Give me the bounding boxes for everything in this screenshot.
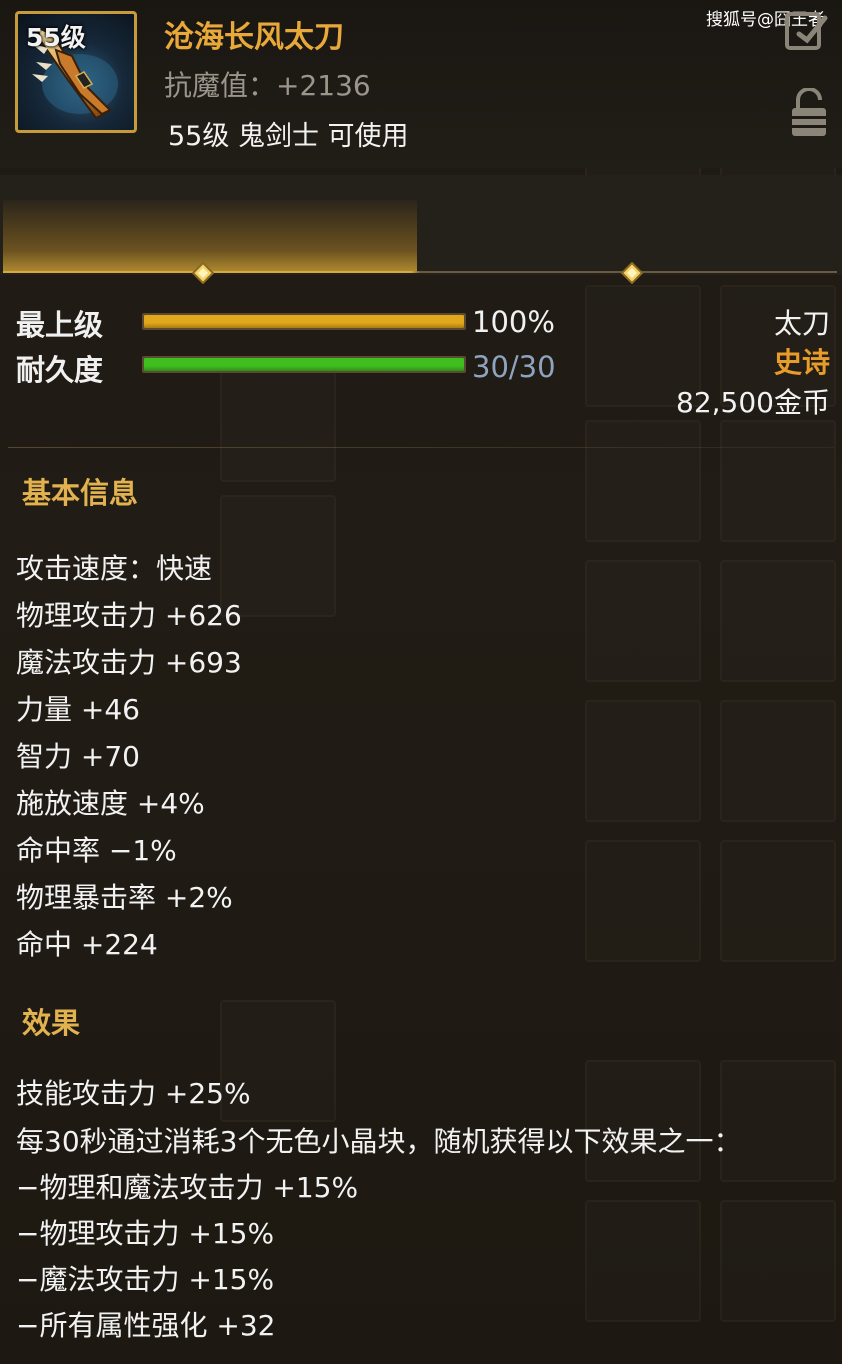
section-divider xyxy=(8,447,834,448)
stat-line: 物理攻击力 +626 xyxy=(16,599,242,632)
reinforce-baseline xyxy=(3,271,837,273)
rarity-label: 史诗 xyxy=(773,346,830,379)
stat-line: 力量 +46 xyxy=(16,693,140,726)
weapon-type: 太刀 xyxy=(773,307,830,340)
item-level-badge: 55级 xyxy=(26,23,86,52)
durability-bar-fill xyxy=(144,358,464,371)
stat-line: 命中 +224 xyxy=(16,928,158,961)
durability-value: 30/30 xyxy=(472,350,556,384)
stat-line: 智力 +70 xyxy=(16,740,140,773)
durability-bar xyxy=(142,356,466,373)
grade-bar xyxy=(142,313,466,330)
grade-bar-fill xyxy=(144,315,464,328)
effect-line: 每30秒通过消耗3个无色小晶块，随机获得以下效果之一： xyxy=(16,1125,742,1158)
diamond-marker-icon xyxy=(192,262,214,284)
stat-line: 攻击速度：快速 xyxy=(16,552,213,585)
effect-line: −物理和魔法攻击力 +15% xyxy=(16,1171,359,1204)
item-tooltip-panel: 55级 沧海长风太刀 抗魔值：+2136 55级 鬼剑士 可使用 搜狐号@囧王者… xyxy=(0,0,842,1364)
compare-icon[interactable] xyxy=(785,12,829,52)
stat-line: 物理暴击率 +2% xyxy=(16,881,233,914)
stat-line: 施放速度 +4% xyxy=(16,787,205,820)
diamond-marker-icon xyxy=(621,262,643,284)
usage-requirement: 55级 鬼剑士 可使用 xyxy=(168,121,409,152)
grade-value: 100% xyxy=(472,305,555,339)
effect-line: −物理攻击力 +15% xyxy=(16,1217,275,1250)
price-label: 82,500金币 xyxy=(676,386,830,419)
grade-label: 最上级 xyxy=(16,308,104,342)
effect-line: 技能攻击力 +25% xyxy=(16,1077,251,1110)
effect-line: −所有属性强化 +32 xyxy=(16,1309,276,1342)
unlocked-padlock-icon[interactable] xyxy=(790,87,828,138)
stat-line: 命中率 −1% xyxy=(16,834,177,867)
durability-label: 耐久度 xyxy=(16,353,104,387)
effects-title: 效果 xyxy=(22,1006,81,1040)
item-icon-frame[interactable]: 55级 xyxy=(15,11,137,133)
stat-line: 魔法攻击力 +693 xyxy=(16,646,242,679)
resist-value: 抗魔值：+2136 xyxy=(164,69,371,102)
basic-info-title: 基本信息 xyxy=(22,476,139,510)
item-name: 沧海长风太刀 xyxy=(164,20,344,55)
effect-line: −魔法攻击力 +15% xyxy=(16,1263,275,1296)
